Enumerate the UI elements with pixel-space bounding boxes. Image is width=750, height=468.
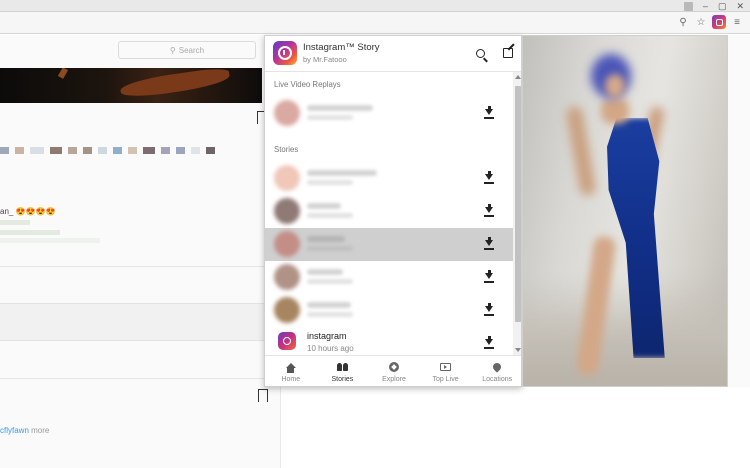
more-link[interactable]: more (31, 426, 49, 435)
avatar (274, 264, 300, 290)
list-item[interactable] (265, 294, 513, 327)
search-icon: ⚲ (169, 45, 176, 55)
instagram-story-extension-icon[interactable] (712, 15, 726, 29)
bookmark-star-icon[interactable]: ☆ (694, 15, 708, 29)
blurred-caption (0, 147, 215, 154)
download-icon[interactable] (483, 204, 495, 218)
edit-icon[interactable] (501, 46, 515, 60)
story-time: 10 hours ago (307, 344, 354, 353)
section-live-video-replays: Live Video Replays (274, 80, 341, 89)
instagram-story-popup: Instagram™ Story by Mr.Fatooo Live Video… (264, 35, 522, 387)
app-title: Instagram™ Story (303, 42, 380, 53)
nav-stories[interactable]: Stories (317, 356, 369, 386)
people-icon (336, 362, 348, 373)
window-controls: – ▢ ✕ (683, 0, 744, 12)
app-subtitle: by Mr.Fatooo (303, 55, 347, 64)
scroll-up-arrow-icon[interactable] (515, 75, 521, 79)
comment-text: an_ 😍😍😍😍 (0, 207, 55, 216)
avatar (274, 198, 300, 224)
download-icon[interactable] (483, 171, 495, 185)
caption-more: cflyfawn more (0, 426, 49, 435)
zoom-icon[interactable]: ⚲ (676, 15, 690, 29)
avatar (274, 231, 300, 257)
home-icon (285, 362, 296, 373)
search-placeholder: Search (178, 45, 205, 55)
post-image[interactable] (0, 68, 262, 103)
avatar (274, 297, 300, 323)
maximize-icon[interactable]: ▢ (718, 1, 727, 12)
tv-icon (440, 362, 452, 373)
story-user-name: instagram (307, 331, 347, 341)
menu-icon[interactable]: ≡ (730, 15, 744, 29)
minimize-icon[interactable]: – (703, 1, 708, 11)
scroll-down-arrow-icon[interactable] (515, 348, 521, 352)
app-logo-icon (273, 41, 297, 65)
list-item-selected[interactable] (265, 228, 513, 261)
caption-user-link[interactable]: cflyfawn (0, 426, 29, 435)
page-right-area (280, 387, 750, 468)
comment-input-area[interactable] (0, 303, 280, 341)
nav-top-live[interactable]: Top Live (420, 356, 472, 386)
compass-icon (388, 362, 399, 373)
section-stories: Stories (274, 145, 299, 154)
list-item[interactable] (265, 261, 513, 294)
nav-locations[interactable]: Locations (471, 356, 521, 386)
instagram-logo-icon (278, 332, 296, 350)
avatar (274, 165, 300, 191)
download-icon[interactable] (483, 237, 495, 251)
scrollbar-thumb[interactable] (515, 86, 521, 322)
browser-titlebar: – ▢ ✕ (0, 0, 750, 12)
bottom-navigation: Home Stories Explore Top Live Locations (265, 355, 521, 386)
search-icon[interactable] (473, 46, 487, 60)
popup-scrollbar[interactable] (513, 72, 521, 355)
comment-emoji: 😍😍😍😍 (15, 207, 56, 216)
search-input[interactable]: ⚲ Search (118, 41, 256, 59)
download-icon[interactable] (483, 336, 495, 350)
list-item[interactable] (265, 195, 513, 228)
bookmark-icon[interactable] (258, 389, 268, 402)
popup-header: Instagram™ Story by Mr.Fatooo (265, 36, 521, 72)
comment-user[interactable]: an_ (0, 207, 13, 216)
download-icon[interactable] (483, 106, 495, 120)
download-icon[interactable] (483, 303, 495, 317)
browser-toolbar: ⚲ ☆ ≡ (0, 12, 750, 34)
list-item[interactable] (265, 162, 513, 195)
nav-explore[interactable]: Explore (368, 356, 420, 386)
location-pin-icon (491, 361, 503, 373)
download-icon[interactable] (483, 270, 495, 284)
list-item[interactable] (265, 97, 513, 130)
story-preview-image[interactable] (522, 35, 728, 387)
close-icon[interactable]: ✕ (736, 1, 744, 12)
nav-home[interactable]: Home (265, 356, 317, 386)
profile-icon[interactable] (683, 1, 693, 11)
avatar (274, 100, 300, 126)
